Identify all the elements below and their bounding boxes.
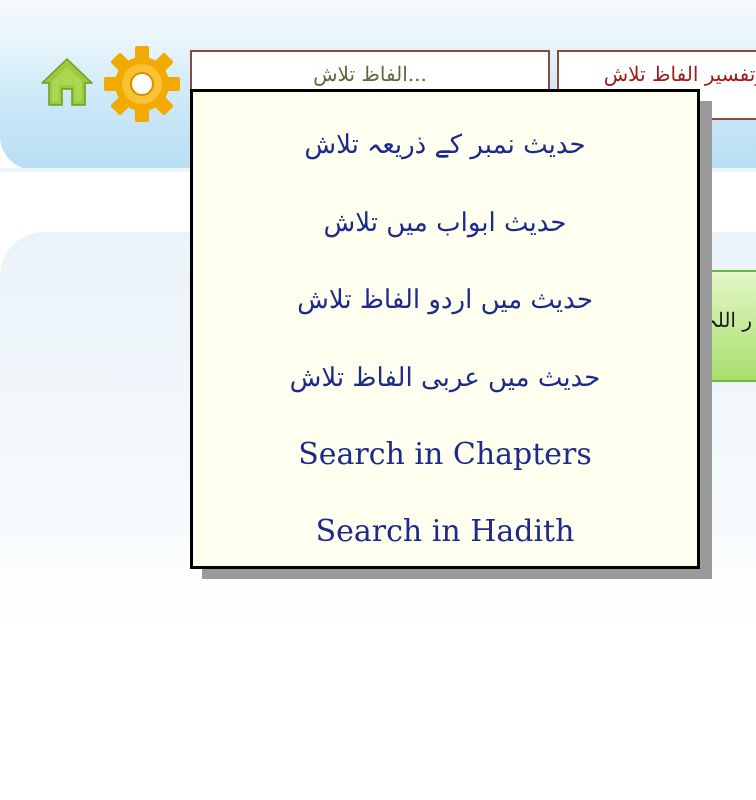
gear-icon[interactable] xyxy=(100,44,184,124)
home-icon[interactable] xyxy=(40,55,94,109)
menu-item-search-by-hadith-number[interactable]: حدیث نمبر کے ذریعہ تلاش xyxy=(193,115,697,175)
menu-item-search-arabic-words[interactable]: حدیث میں عربی الفاظ تلاش xyxy=(193,348,697,408)
menu-item-search-urdu-words[interactable]: حدیث میں اردو الفاظ تلاش xyxy=(193,270,697,330)
top-strip xyxy=(0,0,756,30)
menu-item-search-in-chapters[interactable]: Search in Chapters xyxy=(193,425,697,485)
search-dropdown-menu: حدیث نمبر کے ذریعہ تلاش حدیث ابواب میں ت… xyxy=(190,89,700,569)
title-badge-text: ر اللہ xyxy=(706,308,753,332)
menu-item-search-in-chapters-urdu[interactable]: حدیث ابواب میں تلاش xyxy=(193,193,697,253)
menu-item-search-in-hadith[interactable]: Search in Hadith xyxy=(193,502,697,562)
page: ...الفاظ تلاش وتفسیر الفاظ تلاش ر اللہ ح… xyxy=(0,0,756,800)
